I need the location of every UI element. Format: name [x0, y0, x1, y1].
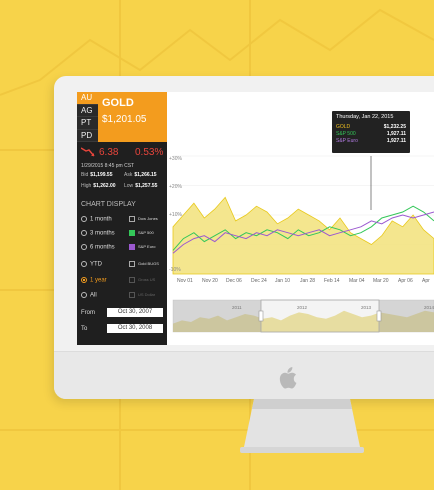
trend-down-icon	[81, 147, 95, 157]
tab-ag[interactable]: AG	[77, 104, 98, 117]
tooltip-row-sp500: S&P 500 1,927.11	[336, 131, 406, 137]
overlay-gold-bugs[interactable]: Gold BUGS	[129, 261, 159, 267]
range-all[interactable]: All	[81, 292, 97, 299]
gold-area	[172, 196, 434, 275]
navigator-year-label: 2013	[361, 305, 372, 310]
x-tick-label: Jan 10	[275, 278, 291, 284]
range-3-months[interactable]: 3 months	[81, 230, 115, 237]
navigator-year-label: 2012	[297, 305, 308, 310]
quote-ask: Ask $1,266.15	[124, 172, 157, 178]
tab-pt[interactable]: PT	[77, 117, 98, 130]
quote-low: Low $1,257.55	[124, 183, 158, 189]
change-abs: 6.38	[99, 147, 119, 158]
hover-tooltip: Thursday, Jan 22, 2015 GOLD $1,232.25 S&…	[332, 111, 410, 153]
metal-name: GOLD	[102, 97, 134, 109]
app-screen: AU AG PT PD GOLD $1,201.05 6.38 0.53% 1/…	[77, 92, 434, 345]
tab-pd[interactable]: PD	[77, 129, 98, 142]
tooltip-row-sp-euro: S&P Euro 1,927.11	[336, 138, 406, 144]
x-tick-label: Dec 24	[251, 278, 267, 284]
price-header: GOLD $1,201.05	[98, 92, 167, 142]
metal-tabs: AU AG PT PD	[77, 92, 98, 142]
quote-bid: Bid $1,199.55	[81, 172, 113, 178]
metal-price: $1,201.05	[102, 114, 147, 125]
y-tick-label: +20%	[169, 184, 182, 190]
monitor-stand	[240, 399, 364, 453]
chart-display-title: CHART DISPLAY	[81, 201, 136, 208]
metal-panel: AU AG PT PD GOLD $1,201.05 6.38 0.53% 1/…	[77, 92, 167, 345]
range-1-month[interactable]: 1 month	[81, 216, 112, 223]
change-pct: 0.53%	[135, 147, 164, 158]
x-tick-label: Mar 04	[349, 278, 365, 284]
price-change: 6.38 0.53%	[81, 146, 165, 160]
overlay-us-dollar[interactable]: US Dollar	[129, 292, 155, 298]
overlay-sp500[interactable]: S&P 500	[129, 230, 154, 236]
overlay-dow-jones[interactable]: Dow Jones	[129, 216, 158, 222]
price-chart: Thursday, Jan 22, 2015 GOLD $1,232.25 S&…	[167, 92, 434, 345]
range-1-year[interactable]: 1 year	[81, 277, 107, 284]
navigator-year-label: 2014	[424, 305, 434, 310]
x-tick-label: Apr 06	[398, 278, 413, 284]
range-ytd[interactable]: YTD	[81, 261, 102, 268]
tab-au[interactable]: AU	[77, 92, 98, 105]
y-tick-label: +30%	[169, 156, 182, 162]
range-6-months[interactable]: 6 months	[81, 244, 115, 251]
monitor-chin	[54, 351, 434, 399]
x-tick-label: Nov 20	[202, 278, 218, 284]
overlay-gross-us[interactable]: Gross US	[129, 277, 155, 283]
x-tick-label: Nov 01	[177, 278, 193, 284]
x-tick-label: Apr	[422, 278, 430, 284]
overlay-sp-euro[interactable]: S&P Euro	[129, 244, 156, 250]
quote-high: High $1,262.00	[81, 183, 116, 189]
x-tick-label: Feb 14	[324, 278, 340, 284]
to-label: To	[81, 326, 88, 332]
navigator-mask	[173, 300, 261, 332]
tooltip-date: Thursday, Jan 22, 2015	[336, 114, 394, 120]
apple-logo-icon	[279, 367, 297, 389]
y-tick-label: +10%	[169, 212, 182, 218]
navigator-handle[interactable]	[258, 310, 264, 322]
to-date-input[interactable]: Oct 30, 2008	[107, 324, 163, 333]
from-label: From	[81, 310, 95, 316]
navigator-year-label: 2011	[232, 305, 242, 310]
tooltip-row-gold: GOLD $1,232.25	[336, 124, 406, 130]
quote-timestamp: 1/29/2015 8:45 pm CST	[81, 163, 135, 169]
navigator-handle[interactable]	[376, 310, 382, 322]
from-date-input[interactable]: Oct 30, 2007	[107, 308, 163, 317]
y-tick-label: -10%	[169, 267, 181, 273]
x-tick-label: Jan 28	[300, 278, 316, 284]
x-tick-label: Dec 06	[226, 278, 242, 284]
x-tick-label: Mar 20	[373, 278, 389, 284]
